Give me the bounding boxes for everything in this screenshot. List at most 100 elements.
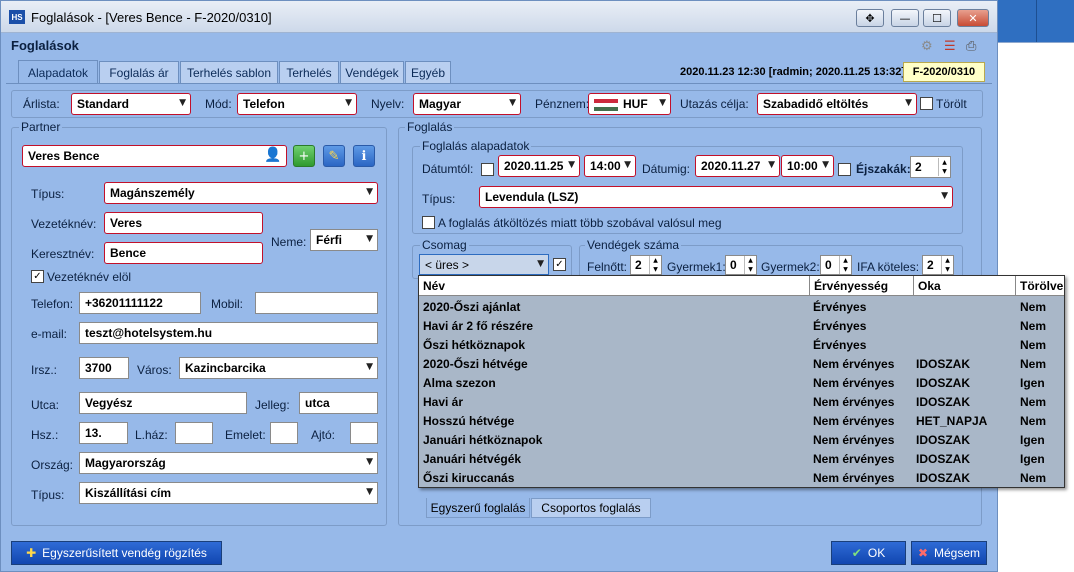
- telefon-input[interactable]: +36201111122: [79, 292, 201, 314]
- partner-name-field[interactable]: Veres Bence: [22, 145, 287, 167]
- column-header-nev[interactable]: Név: [419, 276, 810, 296]
- list-item[interactable]: 2020-Őszi hétvége Nem érvényes IDOSZAK Nem: [419, 354, 1064, 373]
- ejszakak-label: Éjszakák:: [856, 162, 911, 176]
- cancel-button[interactable]: ✖ Mégsem: [911, 541, 987, 565]
- datumig-checkbox[interactable]: [838, 163, 851, 176]
- spinner-arrows-icon[interactable]: ▲ ▼: [938, 158, 950, 176]
- gear-icon[interactable]: ⚙: [921, 39, 933, 54]
- tab-csoportos-foglalas[interactable]: Csoportos foglalás: [531, 498, 651, 518]
- gyermek2-spinner[interactable]: 0 ▲ ▼: [820, 255, 852, 275]
- keresztnev-input[interactable]: Bence: [104, 242, 263, 264]
- list-item[interactable]: Januári hétköznapok Nem érvényes IDOSZAK Ig…: [419, 430, 1064, 449]
- list-item[interactable]: Havi ár Nem érvényes IDOSZAK Nem: [419, 392, 1064, 411]
- ajto-input[interactable]: [350, 422, 378, 444]
- list-item[interactable]: Alma szezon Nem érvényes IDOSZAK Igen: [419, 373, 1064, 392]
- timestamp-info: 2020.11.23 12:30 [radmin; 2020.11.25 13:…: [680, 66, 906, 78]
- neme-select[interactable]: Férfi: [310, 229, 378, 251]
- info-icon: ℹ: [361, 148, 367, 164]
- mobil-input[interactable]: [255, 292, 378, 314]
- varos-label: Város:: [137, 363, 172, 377]
- torolt-checkbox[interactable]: [920, 97, 933, 110]
- datumig-date[interactable]: 2020.11.27: [695, 155, 780, 177]
- row-ervenyesseg: Érvényes: [813, 300, 867, 314]
- orszag-select[interactable]: Magyarország: [79, 452, 378, 474]
- info-partner-button[interactable]: ℹ: [353, 145, 375, 167]
- list-icon[interactable]: ☰: [944, 39, 956, 54]
- csomag-checkbox[interactable]: ✓: [553, 258, 566, 271]
- edit-partner-button[interactable]: ✎: [323, 145, 345, 167]
- ok-button[interactable]: ✔ OK: [831, 541, 906, 565]
- keresztnev-label: Keresztnév:: [31, 247, 95, 261]
- close-button[interactable]: ✕: [957, 9, 989, 27]
- row-nev: Őszi hétköznapok: [423, 338, 526, 352]
- ifa-spinner[interactable]: 2 ▲ ▼: [922, 255, 954, 275]
- datumtol-time[interactable]: 14:00: [584, 155, 636, 177]
- datumig-time[interactable]: 10:00: [781, 155, 834, 177]
- printer-icon[interactable]: ⎙: [966, 39, 976, 54]
- csomag-select[interactable]: < üres >: [419, 254, 549, 275]
- add-partner-button[interactable]: +: [293, 145, 315, 167]
- move-icon[interactable]: ✥: [856, 9, 884, 27]
- vezeteknev-input[interactable]: Veres: [104, 212, 263, 234]
- row-oka: IDOSZAK: [916, 452, 970, 466]
- arlista-select[interactable]: Standard: [71, 93, 191, 115]
- vezeteknev-elol-checkbox[interactable]: ✓: [31, 270, 44, 283]
- list-item[interactable]: Őszi hétköznapok Érvényes Nem: [419, 335, 1064, 354]
- datumtol-label: Dátumtól:: [422, 162, 474, 176]
- column-header-torolve[interactable]: Törölve: [1016, 276, 1064, 296]
- datumtol-checkbox[interactable]: [481, 163, 494, 176]
- spinner-arrows-icon[interactable]: ▲ ▼: [941, 256, 953, 274]
- row-oka: IDOSZAK: [916, 376, 970, 390]
- irsz-input[interactable]: 3700: [79, 357, 129, 379]
- ejszakak-spinner[interactable]: 2 ▲ ▼: [910, 156, 951, 178]
- jelleg-input[interactable]: utca: [299, 392, 378, 414]
- tab-egyszeru-foglalas[interactable]: Egyszerű foglalás: [426, 498, 530, 518]
- user-search-icon[interactable]: 👤: [264, 147, 281, 163]
- quick-guest-button[interactable]: ✚ Egyszerűsített vendég rögzítés: [11, 541, 222, 565]
- tab-terheles[interactable]: Terhelés: [279, 61, 339, 83]
- felnott-spinner[interactable]: 2 ▲ ▼: [630, 255, 662, 275]
- booking-code-badge: F-2020/0310: [903, 62, 985, 82]
- datumtol-date[interactable]: 2020.11.25: [498, 155, 580, 177]
- gyermek1-spinner[interactable]: 0 ▲ ▼: [725, 255, 757, 275]
- maximize-button[interactable]: ☐: [923, 9, 951, 27]
- email-input[interactable]: teszt@hotelsystem.hu: [79, 322, 378, 344]
- row-torolve: Nem: [1020, 300, 1047, 314]
- row-torolve: Nem: [1020, 338, 1047, 352]
- list-item[interactable]: Januári hétvégék Nem érvényes IDOSZAK Igen: [419, 449, 1064, 468]
- varos-select[interactable]: Kazincbarcika: [179, 357, 378, 379]
- tab-egyeb[interactable]: Egyéb: [405, 61, 451, 83]
- tab-vendegek[interactable]: Vendégek: [340, 61, 404, 83]
- column-header-oka[interactable]: Oka: [914, 276, 1016, 296]
- alapadatok-group-title: Foglalás alapadatok: [420, 139, 532, 153]
- emelet-label: Emelet:: [225, 428, 266, 442]
- list-item[interactable]: Havi ár 2 fő részére Érvényes Nem: [419, 316, 1064, 335]
- atkoltozes-checkbox[interactable]: [422, 216, 435, 229]
- list-item[interactable]: 2020-Őszi ajánlat Érvényes Nem: [419, 297, 1064, 316]
- list-item[interactable]: Őszi kiruccanás Nem érvényes IDOSZAK Nem: [419, 468, 1064, 487]
- spinner-arrows-icon[interactable]: ▲ ▼: [839, 256, 851, 274]
- utca-input[interactable]: Vegyész: [79, 392, 247, 414]
- lhaz-input[interactable]: [175, 422, 213, 444]
- column-header-ervenyesseg[interactable]: Érvényesség: [810, 276, 914, 296]
- tab-foglalas-ar[interactable]: Foglalás ár: [99, 61, 179, 83]
- hsz-input[interactable]: 13.: [79, 422, 128, 444]
- spinner-arrows-icon[interactable]: ▲ ▼: [649, 256, 661, 274]
- nyelv-select[interactable]: Magyar: [413, 93, 521, 115]
- utazas-select[interactable]: Szabadidő eltöltés: [757, 93, 917, 115]
- spinner-arrows-icon[interactable]: ▲ ▼: [744, 256, 756, 274]
- list-item[interactable]: Hosszú hétvége Nem érvényes HET_NAPJA Nem: [419, 411, 1064, 430]
- emelet-input[interactable]: [270, 422, 298, 444]
- foglalas-tipus-select[interactable]: Levendula (LSZ): [479, 186, 953, 208]
- mod-select[interactable]: Telefon: [237, 93, 357, 115]
- vezeteknev-label: Vezetéknév:: [31, 217, 97, 231]
- minimize-button[interactable]: —: [891, 9, 919, 27]
- tipus-select[interactable]: Magánszemély: [104, 182, 378, 204]
- tipus2-select[interactable]: Kiszállítási cím: [79, 482, 378, 504]
- tab-alapadatok[interactable]: Alapadatok: [18, 60, 98, 84]
- lhaz-label: L.ház:: [135, 428, 168, 442]
- penznem-select[interactable]: HUF: [588, 93, 671, 115]
- tab-terheles-sablon[interactable]: Terhelés sablon: [180, 61, 278, 83]
- pencil-icon: ✎: [328, 148, 340, 164]
- row-oka: IDOSZAK: [916, 433, 970, 447]
